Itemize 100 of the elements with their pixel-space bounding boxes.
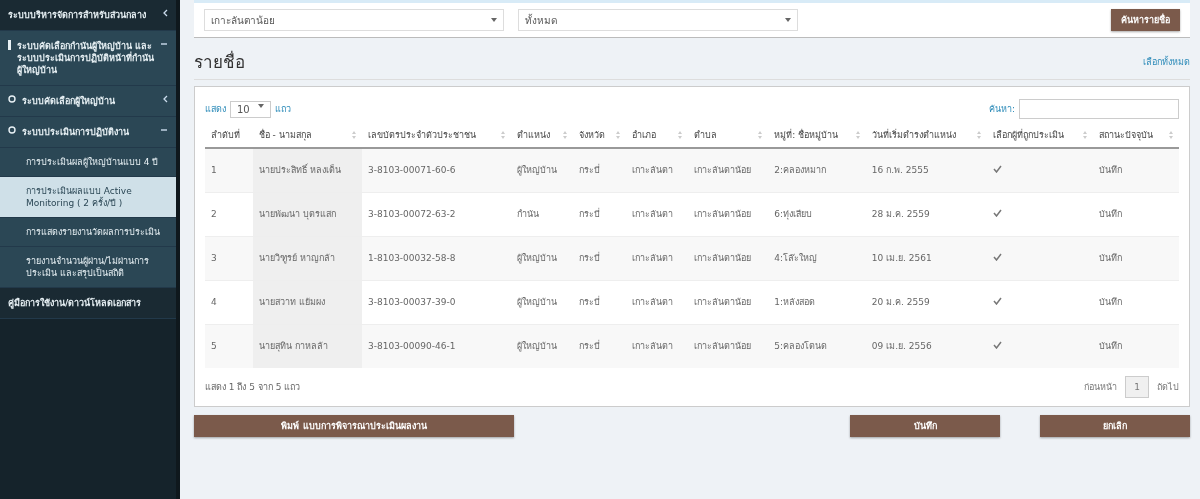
table-cell: 4:โล๊ะใหญ่ [768, 236, 866, 280]
sort-icon [562, 131, 567, 139]
status-cell: บันทึก [1092, 236, 1179, 280]
table-cell: 2:คลองหมาก [768, 148, 866, 192]
sort-icon [758, 131, 763, 139]
table-cell: นายวิฑูรย์ หาญกล้า [252, 236, 362, 280]
table-cell: เกาะลันตาน้อย [687, 192, 769, 236]
table-cell: 1:หลังสอด [768, 280, 866, 324]
action-button[interactable]: พิมพ์ แบบการพิจารณาประเมินผลงาน [194, 415, 514, 437]
table-cell: 3-8103-00072-63-2 [362, 192, 511, 236]
table-cell: เกาะลันตา [626, 280, 688, 324]
sort-icon [616, 131, 621, 139]
search-label: ค้นหา: [988, 103, 1015, 116]
table-cell: 09 เม.ย. 2556 [865, 324, 987, 368]
table-cell: 3-8103-00090-46-1 [362, 324, 511, 368]
sidebar-item[interactable]: ระบบประเมินการปฏิบัติงาน [0, 117, 176, 148]
table-cell: 16 ก.พ. 2555 [865, 148, 987, 192]
pagination-link[interactable]: 1 [1125, 376, 1149, 398]
length-label: แสดง [205, 103, 226, 116]
search-button[interactable]: ค้นหารายชื่อ [1111, 9, 1180, 31]
status-cell: บันทึก [1092, 280, 1179, 324]
table-cell: 20 ม.ค. 2559 [865, 280, 987, 324]
length-dropdown[interactable]: 10 [230, 100, 271, 118]
table-cell: กระบี่ [572, 236, 627, 280]
table-cell: เกาะลันตา [626, 148, 688, 192]
check-icon [992, 209, 1002, 217]
chevron-left-icon [162, 9, 168, 17]
length-label: แถว [274, 103, 291, 116]
table-cell: ผู้ใหญ่บ้าน [510, 236, 573, 280]
table-cell: 6:ทุ่งเสียบ [768, 192, 866, 236]
table-cell: 5:คลองโตนด [768, 324, 866, 368]
sort-icon [500, 131, 505, 139]
table-cell: นายพัฒนา บุตรแสก [252, 192, 362, 236]
pagination-link[interactable]: ก่อนหน้า [1084, 380, 1118, 394]
table-cell: นายสวาท แย้มผง [252, 280, 362, 324]
status-cell: บันทึก [1092, 148, 1179, 192]
caret-icon [491, 18, 497, 22]
table-cell: 28 ม.ค. 2559 [865, 192, 987, 236]
table-cell: 3 [205, 236, 253, 280]
table-cell: ผู้ใหญ่บ้าน [510, 280, 573, 324]
table-cell: เกาะลันตาน้อย [687, 280, 769, 324]
section-title: รายชื่อ [194, 49, 245, 74]
action-button[interactable]: ยกเลิก [1040, 415, 1190, 437]
sort-icon [1169, 131, 1173, 139]
circle-icon [8, 126, 16, 134]
sort-icon [855, 131, 860, 139]
dropdown[interactable]: เกาะลันตาน้อย [204, 9, 504, 31]
check-icon [992, 297, 1002, 305]
check-icon [992, 341, 1002, 350]
table-cell: เกาะลันตาน้อย [687, 148, 769, 192]
sidebar-item[interactable]: ระบบคัดเลือกกำนันผู้ใหญ่บ้าน และระบบประเมินการปฏิบัติหน้าที่กำนันผู้ใหญ่บ้าน [0, 31, 176, 86]
check-icon [992, 165, 1002, 174]
table-cell: กระบี่ [572, 148, 627, 192]
table-cell: 2 [205, 192, 253, 236]
sidebar-item[interactable]: ระบบบริหารจัดการสำหรับส่วนกลาง [0, 0, 176, 31]
search-field[interactable] [1019, 99, 1179, 119]
status-cell: บันทึก [1092, 192, 1179, 236]
sort-icon [352, 131, 356, 139]
table-cell: 1 [205, 148, 253, 192]
table-cell: เกาะลันตาน้อย [687, 324, 769, 368]
sidebar-item[interactable]: คู่มือการใช้งาน/ดาวน์โหลดเอกสาร [0, 288, 176, 319]
table-cell: 10 เม.ย. 2561 [865, 236, 987, 280]
sort-icon [1082, 131, 1087, 139]
table-cell: ผู้ใหญ่บ้าน [510, 324, 573, 368]
sidebar-item[interactable]: การประเมินผลผู้ใหญ่บ้านแบบ 4 ปี [0, 148, 176, 177]
table-cell: 3-8103-00037-39-0 [362, 280, 511, 324]
table-cell: เกาะลันตา [626, 324, 688, 368]
chevron-left-icon [162, 95, 168, 103]
table-cell: 1-8103-00032-58-8 [362, 236, 511, 280]
sidebar-item[interactable]: ระบบคัดเลือกผู้ใหญ่บ้าน [0, 86, 176, 117]
table-cell: กระบี่ [572, 280, 627, 324]
table-info: แสดง 1 ถึง 5 จาก 5 แถว [205, 381, 301, 394]
action-button[interactable]: บันทึก [850, 415, 1000, 437]
circle-icon [8, 95, 16, 103]
table-cell: กระบี่ [572, 192, 627, 236]
table-cell: นายประสิทธิ์ หลงเต็น [252, 148, 362, 192]
select-all-link[interactable]: เลือกทั้งหมด [1143, 54, 1190, 69]
pagination-link[interactable]: ถัดไป [1157, 380, 1179, 394]
minus-icon [160, 40, 168, 48]
sidebar-item[interactable]: การประเมินผลแบบ Active Monitoring ( 2 ครั้ง/ปี ) [0, 177, 176, 218]
sort-icon [677, 131, 682, 139]
dropdown[interactable]: ทั้งหมด [518, 9, 798, 31]
table-cell: ผู้ใหญ่บ้าน [510, 148, 573, 192]
table-cell: เกาะลันตา [626, 192, 688, 236]
sort-icon [976, 131, 981, 139]
table-cell: เกาะลันตาน้อย [687, 236, 769, 280]
check-icon [992, 253, 1002, 261]
status-cell: บันทึก [1092, 324, 1179, 368]
sidebar-item[interactable]: การแสดงรายงานวัดผลการประเมิน [0, 218, 176, 247]
table-cell: กำนัน [510, 192, 573, 236]
caret-icon [257, 103, 264, 108]
minus-icon [160, 126, 168, 134]
caret-icon [785, 18, 791, 22]
bar-icon [8, 40, 11, 50]
table-cell: กระบี่ [572, 324, 627, 368]
sidebar-item[interactable]: รายงานจำนวนผู้ผ่าน/ไม่ผ่านการประเมิน และสรุปเป็นสถิติ [0, 247, 176, 288]
table-cell: เกาะลันตา [626, 236, 688, 280]
table-cell: 3-8103-00071-60-6 [362, 148, 511, 192]
table-cell: 5 [205, 324, 253, 368]
table-cell: นายสุทิน กาหลล้า [252, 324, 362, 368]
